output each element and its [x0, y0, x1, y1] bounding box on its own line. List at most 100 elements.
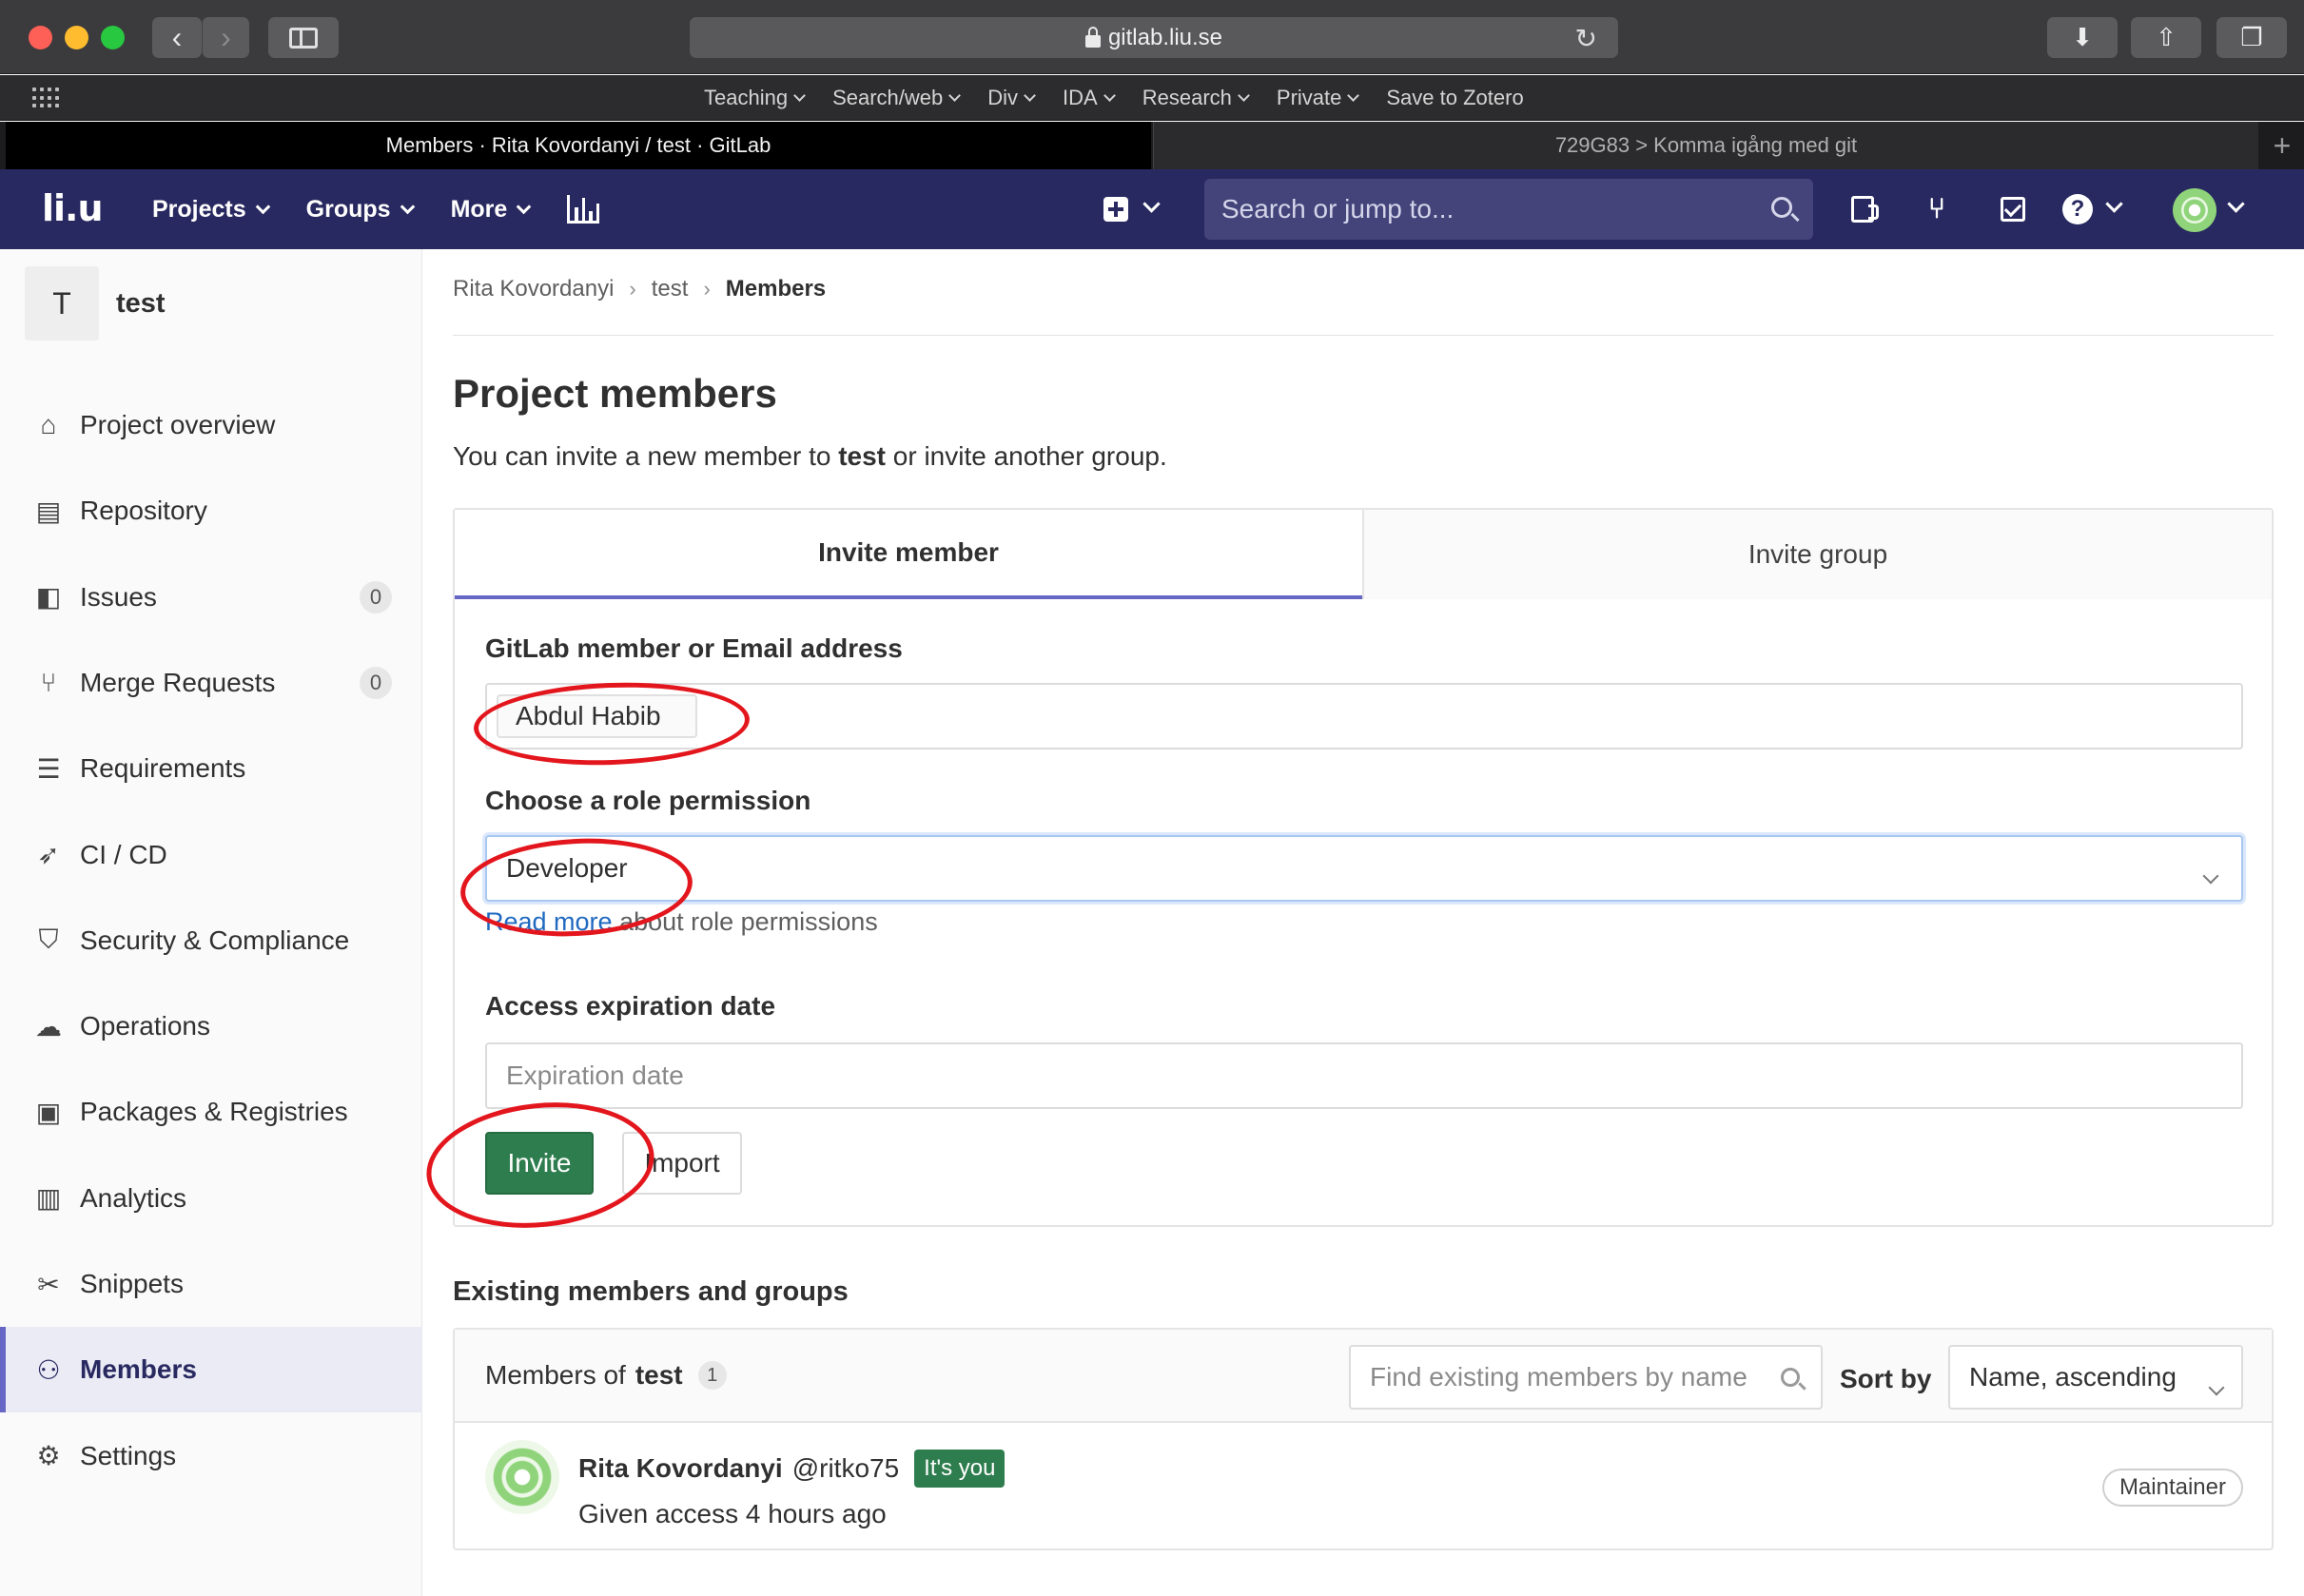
sort-select-value: Name, ascending — [1969, 1362, 2177, 1392]
tab-overview-button[interactable]: ❐ — [2216, 17, 2287, 58]
favorite-label: Research — [1142, 86, 1232, 109]
merge-request-icon: ⑂ — [1928, 193, 1945, 224]
favorite-label: Search/web — [832, 86, 944, 109]
favorite-item[interactable]: Teaching — [704, 86, 806, 110]
favorite-item[interactable]: Research — [1142, 86, 1250, 110]
sidebar-item-ci-cd[interactable]: ➶ CI / CD — [0, 812, 422, 898]
new-item-dropdown[interactable] — [1142, 195, 1161, 215]
tab-invite-member[interactable]: Invite member — [455, 510, 1362, 599]
invite-tabs: Invite member Invite group — [455, 510, 2272, 599]
search-icon — [1771, 197, 1792, 218]
breadcrumb-current[interactable]: Members — [726, 276, 826, 302]
invite-button[interactable]: Invite — [485, 1132, 594, 1195]
more-menu-label: More — [450, 195, 508, 223]
member-token[interactable]: Abdul Habib — [497, 694, 697, 738]
sidebar-item-repository[interactable]: ▤ Repository — [0, 468, 422, 554]
sidebar-item-project-overview[interactable]: ⌂ Project overview — [0, 382, 422, 468]
breadcrumb-project[interactable]: test — [652, 276, 689, 302]
chevron-right-icon: › — [221, 20, 231, 54]
user-menu-dropdown[interactable] — [2227, 195, 2245, 215]
import-button[interactable]: Import — [622, 1132, 742, 1195]
tab-invite-group[interactable]: Invite group — [1362, 510, 2272, 599]
back-button[interactable]: ‹ — [152, 17, 202, 58]
liu-logo[interactable]: li.u — [42, 187, 104, 229]
address-bar[interactable]: gitlab.liu.se ↻ — [690, 17, 1618, 58]
todos-nav-button[interactable] — [1994, 190, 2032, 228]
breadcrumb-owner[interactable]: Rita Kovordanyi — [453, 276, 614, 302]
help-button[interactable]: ? — [2062, 194, 2093, 224]
members-count-badge: 1 — [697, 1361, 727, 1390]
sidebar-item-members[interactable]: ⚇ Members — [0, 1327, 422, 1413]
grid-icon[interactable] — [32, 88, 59, 108]
favorites-bar: Teaching Search/web Div IDA Research Private S… — [0, 75, 2304, 121]
favorite-item[interactable]: Private — [1277, 86, 1360, 110]
downloads-button[interactable]: ⬇ — [2047, 17, 2118, 58]
rocket-icon: ➶ — [37, 840, 60, 869]
chevron-down-icon — [1347, 89, 1360, 102]
desc-suffix: or invite another group. — [886, 441, 1167, 471]
sidebar-item-packages-registries[interactable]: ▣ Packages & Registries — [0, 1069, 422, 1155]
sidebar-item-requirements[interactable]: ☰ Requirements — [0, 726, 422, 811]
chevron-down-icon — [400, 199, 415, 215]
favorite-item[interactable]: Div — [987, 86, 1036, 110]
sidebar-item-label: Members — [80, 1354, 197, 1385]
sidebar-item-security-compliance[interactable]: ⛉ Security & Compliance — [0, 898, 422, 983]
projects-menu[interactable]: Projects — [152, 195, 270, 224]
sidebar-item-label: Issues — [80, 581, 157, 612]
issues-nav-button[interactable] — [1844, 190, 1882, 228]
zoom-window-button[interactable] — [101, 26, 125, 49]
sidebar-item-label: Security & Compliance — [80, 925, 350, 955]
favorite-item[interactable]: Save to Zotero — [1386, 86, 1523, 110]
new-item-icon[interactable] — [1103, 197, 1128, 222]
groups-menu[interactable]: Groups — [305, 195, 415, 224]
sidebar-item-issues[interactable]: ◧ Issues 0 — [0, 555, 422, 640]
read-more-link[interactable]: Read more — [485, 907, 613, 936]
share-button[interactable]: ⇧ — [2131, 17, 2201, 58]
help-dropdown[interactable] — [2105, 195, 2123, 215]
reload-icon[interactable]: ↻ — [1575, 23, 1597, 54]
favorite-item[interactable]: Search/web — [832, 86, 962, 110]
sidebar-toggle-button[interactable] — [268, 17, 339, 58]
favorite-item[interactable]: IDA — [1063, 86, 1116, 110]
minimize-window-button[interactable] — [65, 26, 88, 49]
sidebar-item-merge-requests[interactable]: ⑂ Merge Requests 0 — [0, 640, 422, 726]
chevron-down-icon — [1103, 89, 1116, 102]
find-members-input[interactable]: Find existing members by name — [1349, 1345, 1823, 1410]
issues-icon — [1851, 196, 1879, 223]
invite-panel: Invite member Invite group GitLab member… — [453, 508, 2274, 1227]
chevron-down-icon — [793, 89, 806, 102]
groups-menu-label: Groups — [305, 195, 391, 223]
search-input[interactable]: Search or jump to... — [1204, 179, 1813, 240]
sidebar-item-settings[interactable]: ⚙ Settings — [0, 1413, 422, 1499]
sidebar-item-label: Project overview — [80, 410, 276, 439]
close-window-button[interactable] — [29, 26, 52, 49]
members-list-header: Members of test 1 Find existing members … — [455, 1330, 2272, 1423]
more-menu[interactable]: More — [450, 195, 532, 224]
sidebar-item-snippets[interactable]: ✂ Snippets — [0, 1241, 422, 1327]
projects-menu-label: Projects — [152, 195, 246, 223]
expiry-date-input[interactable]: Expiration date — [485, 1042, 2243, 1109]
browser-tab-active[interactable]: Members · Rita Kovordanyi / test · GitLa… — [6, 122, 1151, 169]
member-input[interactable]: Abdul Habib — [485, 683, 2243, 749]
sidebar-item-analytics[interactable]: ▥ Analytics — [0, 1156, 422, 1241]
role-select[interactable]: Developer — [485, 835, 2243, 902]
forward-button[interactable]: › — [202, 17, 249, 58]
member-name[interactable]: Rita Kovordanyi — [578, 1453, 783, 1484]
user-avatar[interactable] — [2173, 188, 2216, 232]
chevron-down-icon — [1024, 89, 1036, 102]
gitlab-top-nav: li.u Projects Groups More Search or jump… — [0, 169, 2304, 249]
merge-requests-nav-button[interactable]: ⑂ — [1918, 190, 1956, 228]
sort-select[interactable]: Name, ascending — [1948, 1345, 2243, 1410]
project-header[interactable]: T test — [25, 266, 166, 341]
scissors-icon: ✂ — [37, 1269, 60, 1299]
new-tab-button[interactable]: + — [2260, 122, 2304, 169]
activity-chart-icon[interactable] — [567, 195, 600, 224]
sidebar-item-operations[interactable]: ☁ Operations — [0, 983, 422, 1069]
page-title: Project members — [453, 371, 777, 416]
member-avatar[interactable] — [485, 1440, 559, 1514]
search-icon — [1781, 1368, 1800, 1387]
role-help: Read more about role permissions — [485, 907, 878, 937]
breadcrumb: Rita Kovordanyi › test › Members — [453, 276, 826, 302]
sidebar-item-label: Settings — [80, 1440, 177, 1470]
browser-tab-inactive[interactable]: 729G83 > Komma igång med git — [1153, 122, 2258, 169]
